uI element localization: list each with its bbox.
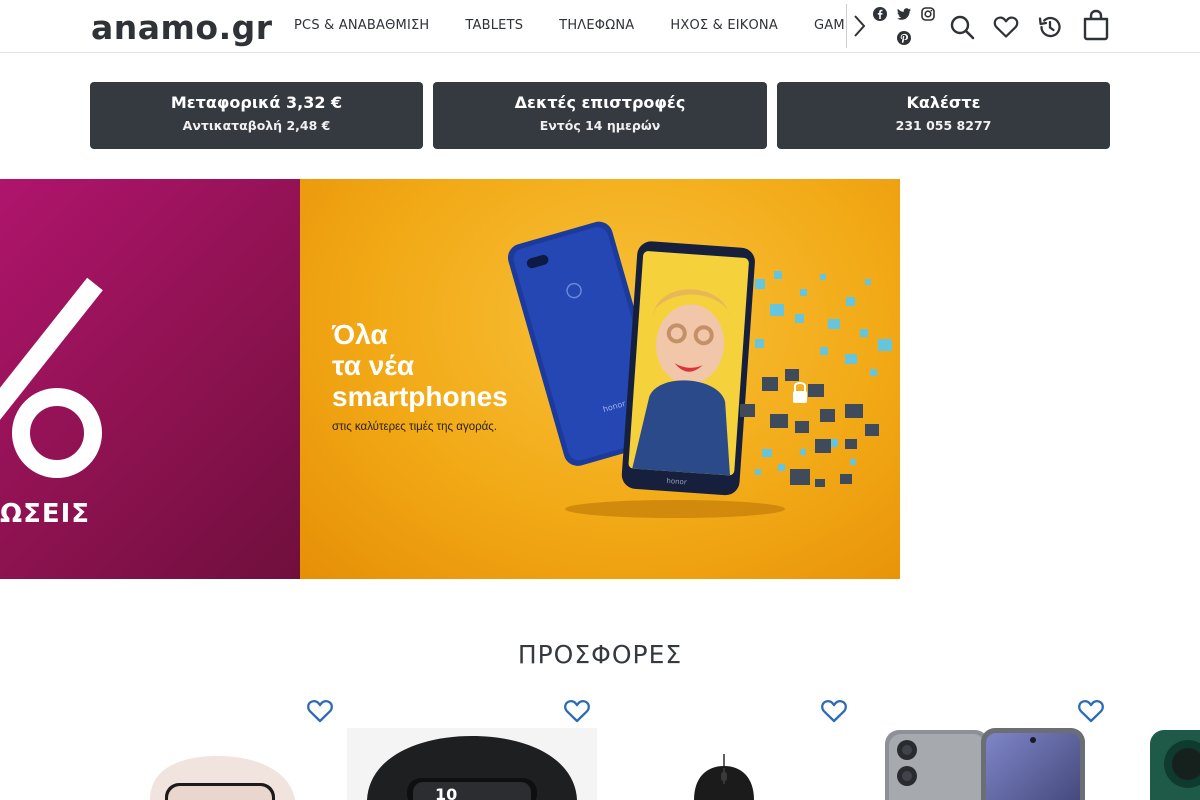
site-header: anamo.gr PCS & ΑΝΑΒΑΘΜΙΣΗ TABLETS ΤΗΛΕΦΩΝΑ… — [0, 0, 1200, 53]
product-card[interactable] — [604, 690, 854, 800]
pinterest-icon[interactable] — [896, 30, 912, 46]
banner-slide-discounts[interactable]: ΩΣΕΙΣ — [0, 179, 300, 579]
chevron-right-icon — [853, 15, 865, 37]
facebook-icon[interactable] — [872, 6, 888, 22]
social-links — [868, 4, 940, 50]
call-info-box: Καλέστε 231 055 8277 — [777, 82, 1110, 149]
returns-info-box: Δεκτές επιστροφές Εντός 14 ημερών — [433, 82, 767, 149]
shopping-bag-icon — [1083, 9, 1109, 41]
product-card[interactable] — [861, 690, 1111, 800]
returns-info-title: Δεκτές επιστροφές — [514, 93, 686, 112]
twitter-icon[interactable] — [896, 6, 912, 22]
nav-item-pcs[interactable]: PCS & ΑΝΑΒΑΘΜΙΣΗ — [294, 0, 429, 52]
banner-slide-smartphones[interactable]: Όλα τα νέα smartphones στις καλύτερες τι… — [300, 179, 900, 579]
banner-discounts-text: ΩΣΕΙΣ — [0, 499, 91, 529]
wishlist-button[interactable] — [991, 12, 1021, 42]
product-image — [694, 754, 754, 800]
product-card[interactable] — [90, 690, 340, 800]
product-image: 10 — [347, 728, 597, 800]
call-info-phone[interactable]: 231 055 8277 — [777, 118, 1110, 133]
heart-outline-icon[interactable] — [306, 698, 334, 724]
main-nav: PCS & ΑΝΑΒΑΘΜΙΣΗ TABLETS ΤΗΛΕΦΩΝΑ ΗΧΟΣ & ΕΙ… — [294, 0, 847, 52]
shipping-info-title: Μεταφορικά 3,32 € — [170, 93, 343, 112]
history-button[interactable] — [1035, 12, 1065, 42]
search-button[interactable] — [947, 12, 977, 42]
nav-item-audio-video[interactable]: ΗΧΟΣ & ΕΙΚΟΝΑ — [670, 0, 778, 52]
nav-item-phones[interactable]: ΤΗΛΕΦΩΝΑ — [559, 0, 634, 52]
product-card[interactable] — [1118, 690, 1200, 800]
cart-button[interactable] — [1081, 9, 1111, 41]
nav-item-tablets[interactable]: TABLETS — [465, 0, 523, 52]
offers-section-title: ΠΡΟΣΦΟΡΕΣ — [517, 640, 683, 669]
heart-outline-icon[interactable] — [1077, 698, 1105, 724]
site-logo[interactable]: anamo.gr — [91, 8, 273, 47]
heart-outline-icon[interactable] — [820, 698, 848, 724]
history-icon — [1038, 16, 1061, 38]
shipping-info-box: Μεταφορικά 3,32 € Αντικαταβολή 2,48 € — [90, 82, 423, 149]
product-image — [1150, 730, 1200, 800]
instagram-icon[interactable] — [920, 6, 936, 22]
svg-text:10: 10 — [435, 785, 457, 800]
nav-item-gaming[interactable]: GAMING — [814, 0, 847, 52]
front-phone-brand-text: honor — [666, 477, 687, 486]
search-icon — [950, 15, 975, 40]
nav-scroll-right-button[interactable] — [846, 4, 870, 48]
product-card[interactable]: 10 — [347, 690, 597, 800]
hero-banner-carousel[interactable]: ΩΣΕΙΣ Όλα τα νέα smartphones στις καλύτε… — [0, 179, 900, 579]
call-info-title: Καλέστε — [906, 93, 981, 112]
heart-icon — [993, 16, 1019, 38]
smartphones-illustration: honor honor — [507, 221, 892, 518]
heart-outline-icon[interactable] — [563, 698, 591, 724]
returns-info-subtitle: Εντός 14 ημερών — [539, 118, 661, 133]
product-image — [885, 728, 1085, 800]
product-image — [150, 755, 295, 800]
shipping-info-subtitle: Αντικαταβολή 2,48 € — [182, 118, 331, 133]
